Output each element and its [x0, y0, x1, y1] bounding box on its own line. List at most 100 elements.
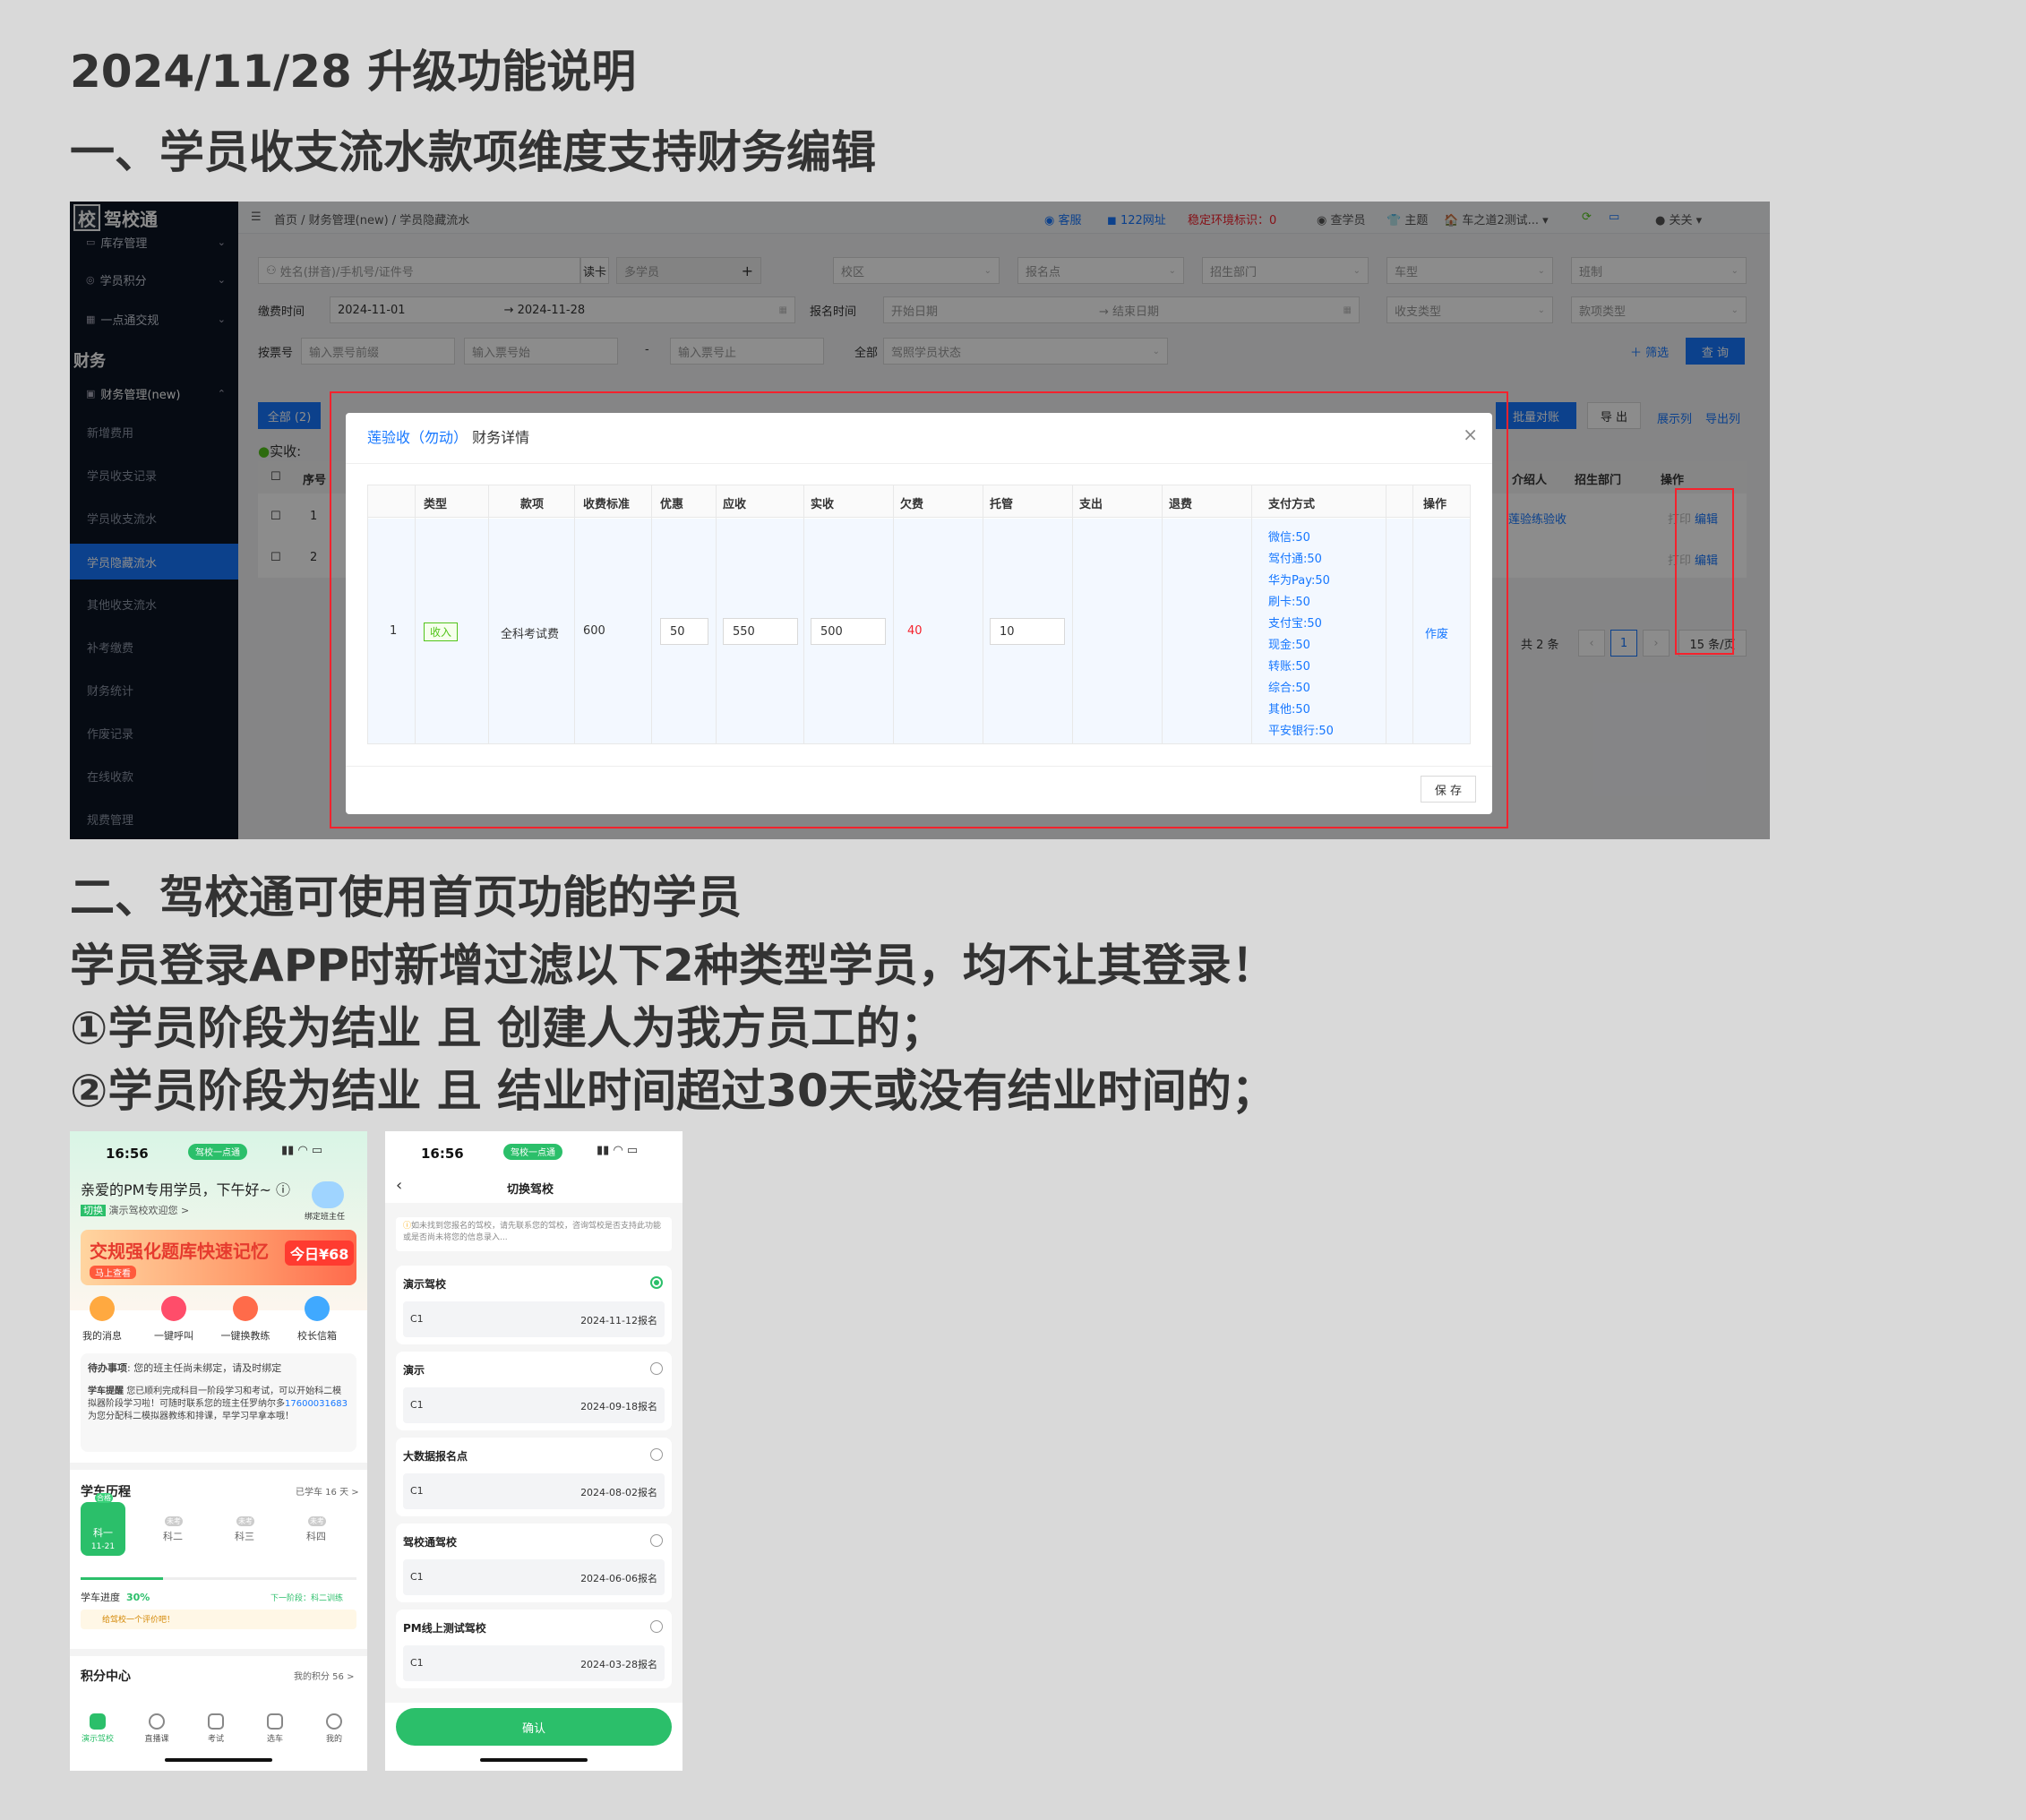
one-key-call[interactable]: 一键呼叫: [147, 1296, 201, 1343]
service-avatar[interactable]: [312, 1181, 344, 1208]
profile-icon: [326, 1713, 342, 1730]
section1-heading: 一、学员收支流水款项维度支持财务编辑: [70, 126, 876, 178]
change-coach[interactable]: 一键换教练: [219, 1296, 272, 1343]
rate-text: 给驾校一个评价吧！: [102, 1616, 176, 1625]
status-icons: ▮▮ ◠ ▭: [281, 1144, 323, 1157]
stage-1[interactable]: 科一 11-21: [81, 1502, 125, 1556]
quick-label: 一键呼叫: [154, 1330, 193, 1342]
switch-tag[interactable]: 切换: [81, 1205, 106, 1216]
play-icon: [149, 1713, 165, 1730]
info-icon: ⓘ: [403, 1222, 412, 1231]
radio-checked-icon[interactable]: [650, 1276, 663, 1289]
school-name: 驾校通驾校: [403, 1536, 458, 1549]
school-name: 大数据报名点: [403, 1450, 468, 1463]
todo2-title: 学车提醒: [88, 1386, 124, 1396]
tab-home[interactable]: 演示驾校: [75, 1713, 120, 1744]
section2-heading: 二、驾校通可使用首页功能的学员: [70, 871, 742, 923]
divider: [70, 1649, 367, 1656]
stage-2-badge: 未考: [165, 1516, 183, 1526]
days-learned[interactable]: 已学车 16 天 >: [296, 1484, 359, 1498]
signup-date: 2024-06-06报名: [580, 1573, 657, 1584]
tab-label: 演示驾校: [81, 1735, 114, 1744]
page-title: 切换驾校: [507, 1183, 554, 1197]
description: 学员登录APP时新增过滤以下2种类型学员，均不让其登录！: [70, 940, 1276, 992]
school-item[interactable]: 大数据报名点 C1 2024-08-02报名: [396, 1438, 672, 1516]
exam-icon: [208, 1713, 224, 1730]
status-time: 16:56: [421, 1146, 464, 1162]
confirm-button[interactable]: 确认: [396, 1708, 672, 1746]
school-detail: C1 2024-08-02报名: [403, 1473, 665, 1509]
stage-2[interactable]: 科二: [150, 1506, 195, 1556]
progress-value: 30%: [126, 1592, 150, 1603]
message-icon: [90, 1296, 115, 1321]
promo-banner[interactable]: 交规强化题库快速记忆 马上查看 今日¥68: [81, 1230, 356, 1285]
banner-cta[interactable]: 马上查看: [90, 1266, 136, 1279]
stage-4[interactable]: 科四: [294, 1506, 339, 1556]
progress-label: 学车进度 30%: [81, 1590, 150, 1604]
stage-3[interactable]: 科三: [222, 1506, 267, 1556]
signup-date: 2024-08-02报名: [580, 1487, 657, 1498]
app-pill: 驾校一点通: [503, 1144, 562, 1160]
stage-3-badge: 未考: [236, 1516, 254, 1526]
car-type: C1: [410, 1657, 424, 1669]
principal-mailbox[interactable]: 校长信箱: [290, 1296, 344, 1343]
school-item[interactable]: PM线上测试驾校 C1 2024-03-28报名: [396, 1610, 672, 1688]
tip-box: ⓘ如未找到您报名的驾校，请先联系您的驾校，咨询驾校是否支持此功能或是否尚未将您的…: [396, 1217, 672, 1251]
home-indicator: [480, 1758, 588, 1762]
tab-label: 直播课: [144, 1735, 169, 1744]
highlight-edit-column: [1675, 488, 1734, 655]
my-points[interactable]: 我的积分 56 >: [294, 1669, 354, 1682]
tab-live[interactable]: 直播课: [134, 1713, 179, 1744]
school-welcome[interactable]: 切换 演示驾校欢迎您 >: [81, 1203, 189, 1217]
coach-icon: [233, 1296, 258, 1321]
signup-date: 2024-11-12报名: [580, 1315, 657, 1326]
my-messages[interactable]: 我的消息: [75, 1296, 129, 1343]
stage-label: 科四: [306, 1531, 326, 1542]
progress-fill: [81, 1577, 164, 1580]
bind-teacher-label[interactable]: 绑定班主任: [305, 1210, 345, 1222]
stage-label: 科一: [93, 1527, 113, 1539]
todo-card: 待办事项: 您的班主任尚未绑定，请及时绑定 学车提醒 您已顺利完成科目一阶段学习…: [81, 1353, 356, 1452]
radio-icon[interactable]: [650, 1448, 663, 1461]
signup-date: 2024-03-28报名: [580, 1659, 657, 1670]
points-title: 积分中心: [81, 1670, 131, 1684]
home-indicator: [165, 1758, 272, 1762]
car-icon: [267, 1713, 283, 1730]
status-icons: ▮▮ ◠ ▭: [597, 1144, 639, 1157]
tip-text: ⓘ如未找到您报名的驾校，请先联系您的驾校，咨询驾校是否支持此功能或是否尚未将您的…: [403, 1222, 662, 1242]
banner-title: 交规强化题库快速记忆: [90, 1241, 269, 1262]
school-detail: C1 2024-11-12报名: [403, 1301, 665, 1337]
back-icon[interactable]: ‹: [396, 1176, 402, 1195]
radio-icon[interactable]: [650, 1620, 663, 1633]
todo-text: 您的班主任尚未绑定，请及时绑定: [133, 1362, 282, 1374]
greeting: 亲爱的PM专用学员，下午好~ ⓘ: [81, 1181, 290, 1198]
school-item[interactable]: 驾校通驾校 C1 2024-06-06报名: [396, 1524, 672, 1602]
signup-date: 2024-09-18报名: [580, 1401, 657, 1412]
tab-me[interactable]: 我的: [312, 1713, 356, 1744]
todo-1[interactable]: 待办事项: 您的班主任尚未绑定，请及时绑定: [88, 1361, 348, 1375]
progress-text: 学车进度: [81, 1592, 120, 1603]
teacher-phone[interactable]: 17600031683: [285, 1399, 348, 1409]
school-name: PM线上测试驾校: [403, 1622, 486, 1635]
tab-exam[interactable]: 考试: [193, 1713, 238, 1744]
todo2-end: 为您分配科二模拟器教练和排课，早学习早拿本哦！: [88, 1412, 294, 1421]
welcome-text: 演示驾校欢迎您 >: [108, 1205, 190, 1216]
stage-date: 11-21: [90, 1542, 116, 1551]
sos-icon: [161, 1296, 186, 1321]
tab-label: 考试: [207, 1735, 224, 1744]
car-type: C1: [410, 1399, 424, 1411]
radio-icon[interactable]: [650, 1362, 663, 1375]
phone-home-screen: 16:56 驾校一点通 ▮▮ ◠ ▭ 亲爱的PM专用学员，下午好~ ⓘ 切换 演…: [70, 1131, 367, 1771]
rule-1: ①学员阶段为结业 且 创建人为我方员工的；: [70, 1002, 946, 1054]
tab-car[interactable]: 选车: [253, 1713, 297, 1744]
school-item[interactable]: 演示 C1 2024-09-18报名: [396, 1352, 672, 1430]
tab-label: 选车: [266, 1735, 283, 1744]
school-item[interactable]: 演示驾校 C1 2024-11-12报名: [396, 1266, 672, 1344]
rate-bar[interactable]: 给驾校一个评价吧！: [81, 1610, 356, 1629]
school-name: 演示: [403, 1364, 425, 1377]
quick-label: 一键换教练: [220, 1330, 270, 1342]
web-screenshot: 校驾校通 ▭ 库存管理 ⌄ ◎ 学员积分 ⌄ ▦ 一点通交规 ⌄ 财务 ▣ 财务管理(new)…: [70, 202, 1770, 839]
banner-price: 今日¥68: [285, 1241, 355, 1266]
radio-icon[interactable]: [650, 1534, 663, 1547]
todo-2: 学车提醒 您已顺利完成科目一阶段学习和考试，可以开始科二模拟器阶段学习啦！可随时…: [88, 1386, 349, 1423]
